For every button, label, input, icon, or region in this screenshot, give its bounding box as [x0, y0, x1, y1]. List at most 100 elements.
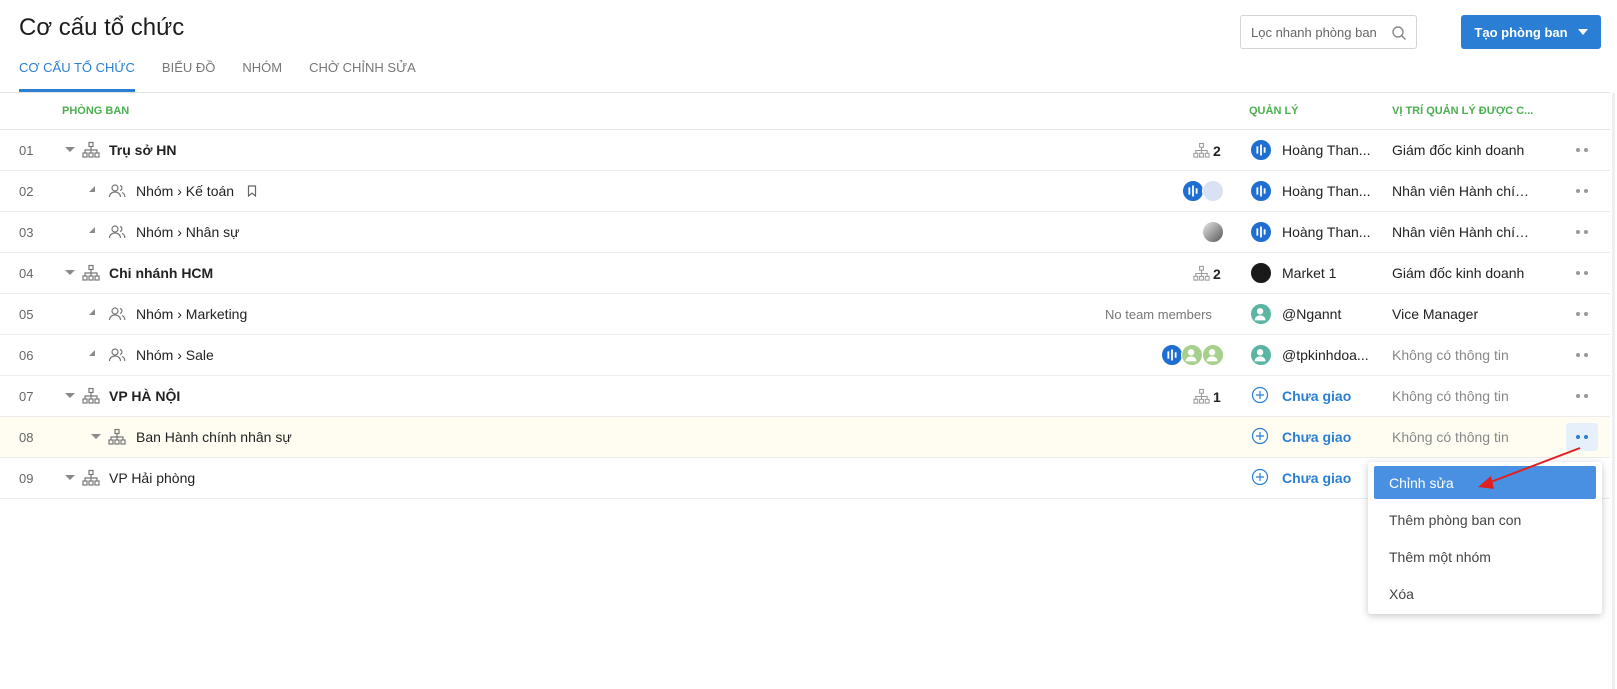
team-icon	[108, 307, 126, 321]
no-members-text: No team members	[1105, 307, 1212, 322]
subdepartment-count-value: 2	[1213, 142, 1221, 159]
manager-position: Không có thông tin	[1392, 347, 1509, 363]
manager-position: Vice Manager	[1392, 306, 1479, 322]
manager-position: Nhân viên Hành chín...	[1392, 183, 1534, 199]
tab-teams[interactable]: NHÓM	[242, 58, 282, 92]
row-number: 08	[19, 430, 34, 445]
manager-position: Không có thông tin	[1392, 388, 1509, 404]
collapse-toggle[interactable]	[91, 434, 101, 439]
more-options-button[interactable]	[1566, 341, 1598, 369]
add-manager-icon[interactable]	[1251, 468, 1269, 486]
row-number: 07	[19, 389, 34, 404]
table-header: PHÒNG BAN QUẢN LÝ VỊ TRÍ QUẢN LÝ ĐƯỢC C.…	[0, 93, 1610, 130]
manager-avatar	[1250, 262, 1272, 284]
team-name[interactable]: Nhóm › Nhân sự	[136, 224, 240, 240]
team-name[interactable]: Nhóm › Kế toán	[136, 183, 234, 199]
table-row[interactable]: 07 VP HÀ NỘI 1 Chưa giao Không có thông …	[0, 376, 1610, 417]
subdepartment-count-value: 2	[1213, 265, 1221, 282]
department-name[interactable]: VP HÀ NỘI	[109, 388, 180, 404]
row-number: 05	[19, 307, 34, 322]
manager-name[interactable]: @Ngannt	[1282, 306, 1372, 322]
tree-branch-icon	[89, 350, 95, 356]
table-row[interactable]: 04 Chi nhánh HCM 2 Market 1 Giám đốc kin…	[0, 253, 1610, 294]
manager-name[interactable]: Hoàng Than...	[1282, 142, 1372, 158]
subdepartment-icon	[1193, 388, 1210, 404]
more-options-button[interactable]	[1566, 382, 1598, 410]
add-manager-icon[interactable]	[1251, 386, 1269, 404]
table-row[interactable]: 01 Trụ sở HN 2 Hoàng Than... Giám đốc ki…	[0, 130, 1610, 171]
org-structure-icon	[82, 387, 100, 404]
manager-name[interactable]: Market 1	[1282, 265, 1372, 281]
member-avatar	[1202, 180, 1224, 202]
menu-item-add-subdepartment[interactable]: Thêm phòng ban con	[1374, 503, 1596, 536]
menu-item-edit[interactable]: Chỉnh sửa	[1374, 466, 1596, 499]
subdepartment-count: 2	[1193, 142, 1221, 159]
row-context-menu: Chỉnh sửa Thêm phòng ban con Thêm một nh…	[1368, 462, 1602, 614]
department-name[interactable]: Chi nhánh HCM	[109, 265, 213, 281]
org-structure-icon	[82, 264, 100, 281]
unassigned-manager-link[interactable]: Chưa giao	[1282, 470, 1372, 486]
page-title: Cơ cấu tổ chức	[19, 14, 185, 41]
search-box[interactable]	[1240, 15, 1417, 49]
table-row[interactable]: 06 Nhóm › Sale @tpkinhdoa... Không có th…	[0, 335, 1610, 376]
bookmark-icon[interactable]	[247, 185, 257, 197]
manager-name[interactable]: Hoàng Than...	[1282, 224, 1372, 240]
team-icon	[108, 348, 126, 362]
more-options-button[interactable]	[1566, 177, 1598, 205]
unassigned-manager-link[interactable]: Chưa giao	[1282, 388, 1372, 404]
team-name[interactable]: Nhóm › Sale	[136, 347, 214, 363]
member-avatar	[1182, 180, 1204, 202]
table-row[interactable]: 05 Nhóm › Marketing No team members @Nga…	[0, 294, 1610, 335]
member-avatar	[1202, 221, 1224, 243]
tab-org-structure[interactable]: CƠ CẤU TỔ CHỨC	[19, 58, 135, 92]
collapse-toggle[interactable]	[65, 393, 75, 398]
tab-pending-edit[interactable]: CHỜ CHỈNH SỬA	[309, 58, 416, 92]
add-manager-icon[interactable]	[1251, 427, 1269, 445]
collapse-toggle[interactable]	[65, 147, 75, 152]
table-row[interactable]: 08 Ban Hành chính nhân sự Chưa giao Khôn…	[0, 417, 1610, 458]
manager-avatar	[1250, 180, 1272, 202]
more-options-button[interactable]	[1566, 423, 1598, 451]
more-options-button[interactable]	[1566, 218, 1598, 246]
tree-branch-icon	[89, 227, 95, 233]
row-number: 06	[19, 348, 34, 363]
table-row[interactable]: 02 Nhóm › Kế toán Hoàng Than... Nhân viê…	[0, 171, 1610, 212]
scrollbar[interactable]	[1612, 93, 1615, 689]
column-header-manager: QUẢN LÝ	[1249, 105, 1299, 117]
row-number: 02	[19, 184, 34, 199]
tab-bar: CƠ CẤU TỔ CHỨC BIỂU ĐỒ NHÓM CHỜ CHỈNH SỬ…	[19, 58, 443, 92]
manager-position: Không có thông tin	[1392, 429, 1509, 445]
more-options-button[interactable]	[1566, 300, 1598, 328]
manager-position: Giám đốc kinh doanh	[1392, 142, 1525, 158]
manager-position: Giám đốc kinh doanh	[1392, 265, 1525, 281]
more-options-button[interactable]	[1566, 136, 1598, 164]
department-name[interactable]: Trụ sở HN	[109, 142, 177, 158]
row-number: 01	[19, 143, 34, 158]
member-avatar	[1161, 344, 1183, 366]
team-name[interactable]: Nhóm › Marketing	[136, 306, 247, 322]
department-table: 01 Trụ sở HN 2 Hoàng Than... Giám đốc ki…	[0, 130, 1610, 499]
org-structure-icon	[108, 428, 126, 445]
table-row[interactable]: 03 Nhóm › Nhân sự Hoàng Than... Nhân viê…	[0, 212, 1610, 253]
department-name[interactable]: VP Hải phòng	[109, 470, 195, 486]
collapse-toggle[interactable]	[65, 270, 75, 275]
row-number: 04	[19, 266, 34, 281]
column-header-department: PHÒNG BAN	[62, 105, 130, 117]
tab-chart[interactable]: BIỂU ĐỒ	[162, 58, 215, 92]
menu-item-delete[interactable]: Xóa	[1374, 577, 1596, 610]
manager-name[interactable]: Hoàng Than...	[1282, 183, 1372, 199]
search-input[interactable]	[1241, 24, 1381, 40]
member-avatar	[1202, 344, 1224, 366]
create-department-button[interactable]: Tạo phòng ban	[1461, 15, 1601, 49]
search-icon[interactable]	[1391, 25, 1407, 41]
team-icon	[108, 225, 126, 239]
unassigned-manager-link[interactable]: Chưa giao	[1282, 429, 1372, 445]
manager-avatar	[1250, 221, 1272, 243]
collapse-toggle[interactable]	[65, 475, 75, 480]
manager-name[interactable]: @tpkinhdoa...	[1282, 347, 1372, 363]
subdepartment-count: 1	[1193, 388, 1221, 405]
more-options-button[interactable]	[1566, 259, 1598, 287]
department-name[interactable]: Ban Hành chính nhân sự	[136, 429, 292, 445]
org-structure-icon	[82, 469, 100, 486]
menu-item-add-team[interactable]: Thêm một nhóm	[1374, 540, 1596, 573]
